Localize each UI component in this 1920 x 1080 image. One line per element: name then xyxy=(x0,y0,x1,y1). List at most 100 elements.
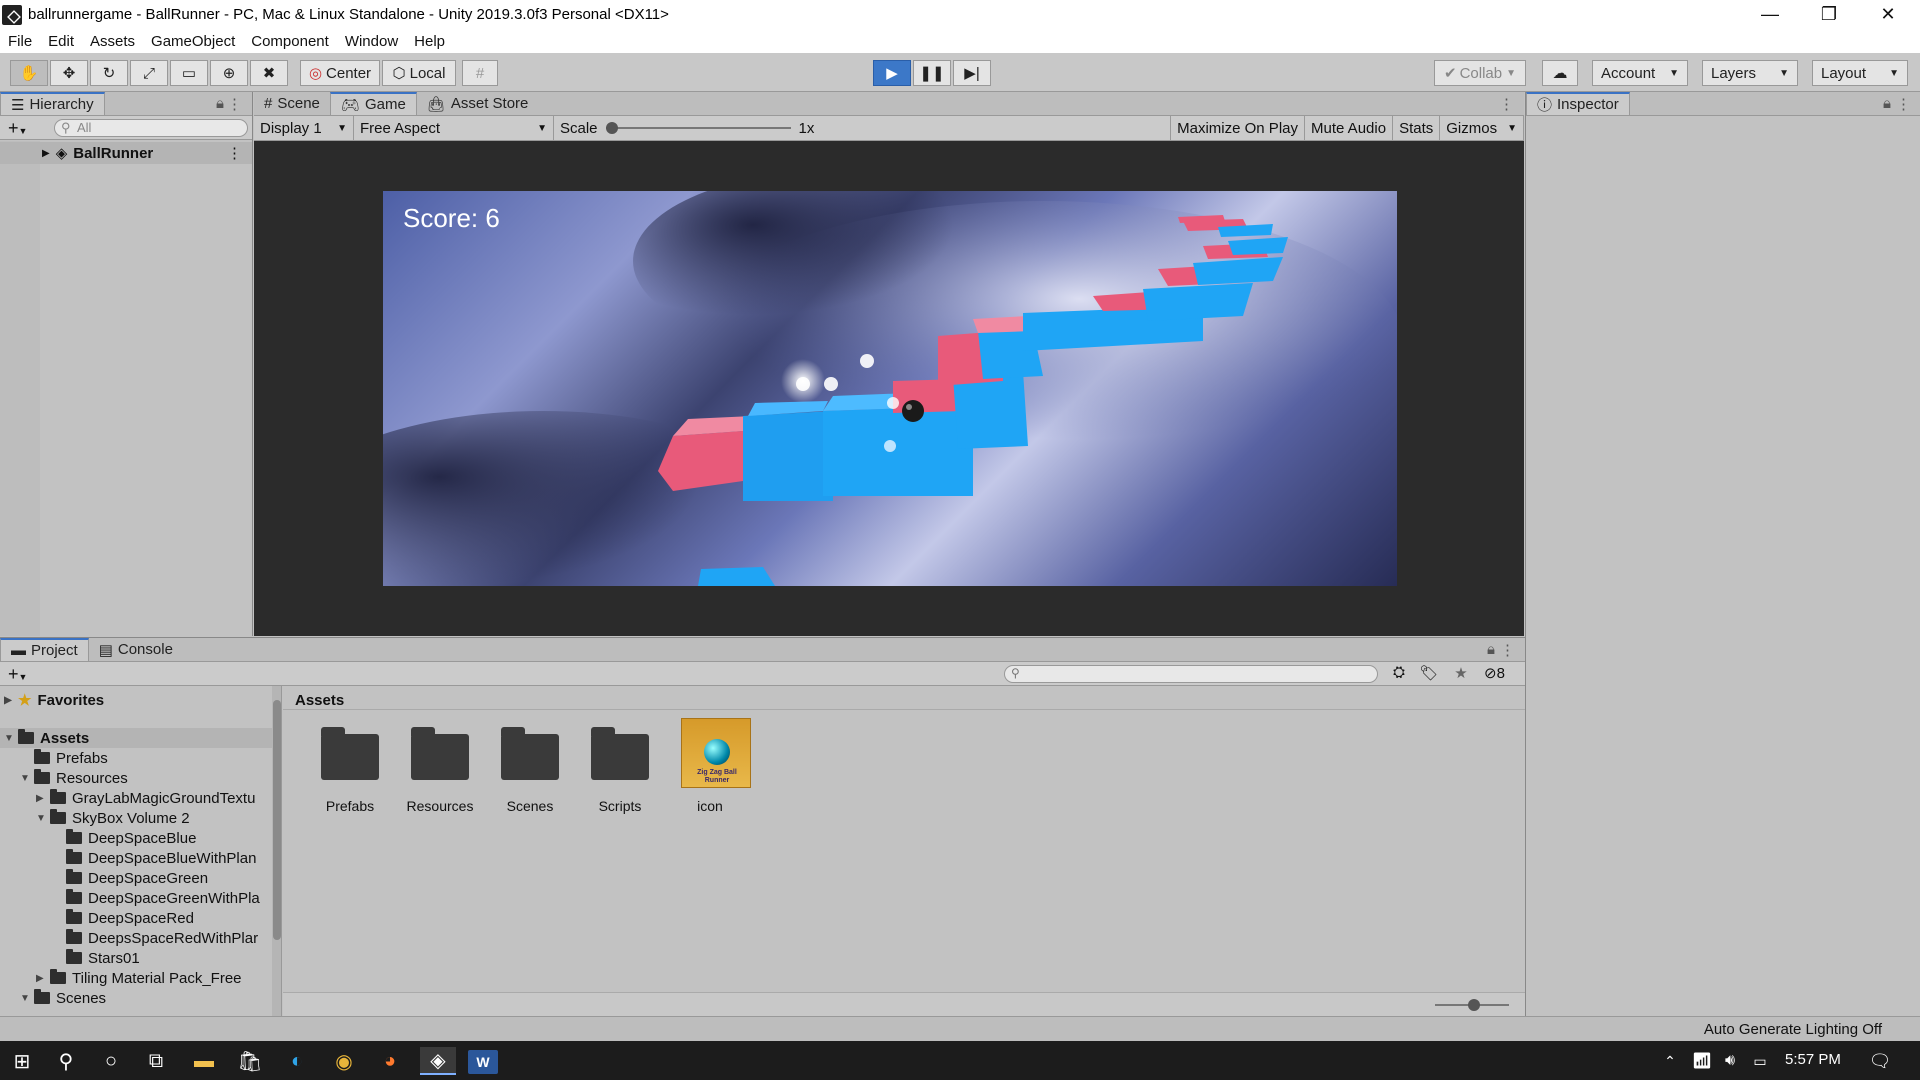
wifi-icon[interactable]: 📶︎ xyxy=(1688,1047,1716,1075)
hidden-packages-button[interactable]: ⊘8 xyxy=(1484,664,1520,682)
battery-icon[interactable]: ▭ xyxy=(1746,1047,1774,1075)
search-by-type-button[interactable]: ⛭ xyxy=(1386,664,1412,681)
cloud-button[interactable]: ☁ xyxy=(1542,60,1578,86)
tree-scrollbar-thumb[interactable] xyxy=(273,700,281,940)
asset-item[interactable]: Zig Zag Ball Runner icon xyxy=(665,716,755,826)
search-icon[interactable]: ⚲ xyxy=(52,1047,80,1075)
expand-arrow-icon[interactable]: ▶ xyxy=(36,973,50,984)
expand-arrow-icon[interactable]: ▶ xyxy=(4,695,18,706)
volume-icon[interactable]: 🔊︎ xyxy=(1716,1047,1744,1075)
rotate-tool-button[interactable]: ↻ xyxy=(90,60,128,86)
menu-dots-icon[interactable]: ⋮ xyxy=(227,95,242,113)
tree-item[interactable]: ▶ Tiling Material Pack_Free xyxy=(0,968,275,988)
favorites-filter-button[interactable]: ★ xyxy=(1448,664,1474,682)
store-icon[interactable]: 🛍︎ xyxy=(236,1047,264,1075)
asset-item[interactable]: Prefabs xyxy=(305,716,395,826)
display-dropdown[interactable]: Display 1 ▼ xyxy=(254,115,354,141)
game-viewport[interactable]: Score: 6 xyxy=(383,191,1397,586)
chrome-icon[interactable]: ◉ xyxy=(330,1047,358,1075)
collapse-arrow-icon[interactable]: ▼ xyxy=(36,813,50,824)
menu-dots-icon[interactable]: ⋮ xyxy=(1500,641,1515,659)
menu-component[interactable]: Component xyxy=(243,33,337,50)
file-explorer-icon[interactable]: ▬ xyxy=(190,1047,218,1075)
scale-slider-thumb[interactable] xyxy=(605,122,618,134)
asset-item[interactable]: Scenes xyxy=(485,716,575,826)
menu-dots-icon[interactable]: ⋮ xyxy=(227,144,242,162)
icon-size-slider-thumb[interactable] xyxy=(1468,999,1480,1011)
expand-arrow-icon[interactable]: ▶ xyxy=(36,793,50,804)
transform-tool-button[interactable]: ⊕ xyxy=(210,60,248,86)
tree-item[interactable]: ▼ Resources xyxy=(0,768,275,788)
tab-project[interactable]: ▬ Project xyxy=(0,638,89,661)
create-asset-button[interactable]: +▼ xyxy=(8,664,27,685)
tab-game[interactable]: 🎮︎ Game xyxy=(329,92,417,115)
menu-window[interactable]: Window xyxy=(337,33,406,50)
pivot-center-button[interactable]: ◎ Center xyxy=(300,60,380,86)
tree-item[interactable]: DeepSpaceGreenWithPla xyxy=(0,888,275,908)
create-button[interactable]: +▼ xyxy=(8,118,27,139)
collapse-arrow-icon[interactable]: ▼ xyxy=(20,993,34,1004)
maximize-on-play-toggle[interactable]: Maximize On Play xyxy=(1170,115,1305,141)
scale-slider[interactable] xyxy=(605,121,791,135)
tree-item[interactable]: ▼ SkyBox Volume 2 xyxy=(0,808,275,828)
scene-row[interactable]: ▶ ◈ BallRunner ⋮ xyxy=(0,142,252,164)
task-view-icon[interactable]: ⧉ xyxy=(142,1047,170,1075)
layers-dropdown[interactable]: Layers ▼ xyxy=(1702,60,1798,86)
edge-icon[interactable]: ◐ xyxy=(283,1047,311,1075)
collapse-arrow-icon[interactable]: ▼ xyxy=(20,773,34,784)
tree-item[interactable]: ▼ Scenes xyxy=(0,988,275,1008)
menu-dots-icon[interactable]: ⋮ xyxy=(1499,95,1514,113)
lighting-status[interactable]: Auto Generate Lighting Off xyxy=(1704,1021,1882,1038)
tree-item[interactable]: Stars01 xyxy=(0,948,275,968)
grid-snap-button[interactable]: # xyxy=(462,60,498,86)
windows-start-icon[interactable]: ⊞ xyxy=(8,1047,36,1075)
close-button[interactable]: ✕ xyxy=(1859,0,1917,29)
scale-tool-button[interactable]: ⤢ xyxy=(130,60,168,86)
move-tool-button[interactable]: ✥ xyxy=(50,60,88,86)
menu-edit[interactable]: Edit xyxy=(40,33,82,50)
stats-toggle[interactable]: Stats xyxy=(1393,115,1441,141)
clock[interactable]: 5:57 PM xyxy=(1785,1051,1841,1068)
tree-item[interactable]: ▶ GrayLabMagicGroundTextu xyxy=(0,788,275,808)
unity-icon[interactable]: ◈ xyxy=(420,1047,456,1075)
pivot-local-button[interactable]: ⬡ Local xyxy=(382,60,456,86)
word-icon[interactable]: W xyxy=(468,1050,498,1074)
tree-item[interactable]: DeepsSpaceRedWithPlar xyxy=(0,928,275,948)
tree-scrollbar[interactable] xyxy=(272,686,281,1017)
firefox-icon[interactable]: ◕ xyxy=(376,1047,404,1075)
lock-icon[interactable]: 🔒︎ xyxy=(1487,641,1495,658)
favorites-row[interactable]: ▶ ★ Favorites xyxy=(4,690,104,710)
lock-icon[interactable]: 🔒︎ xyxy=(216,95,224,112)
layout-dropdown[interactable]: Layout ▼ xyxy=(1812,60,1908,86)
tab-inspector[interactable]: ⓘ Inspector xyxy=(1526,92,1630,115)
tab-hierarchy[interactable]: ☰ Hierarchy xyxy=(0,92,105,115)
collapse-arrow-icon[interactable]: ▼ xyxy=(4,733,18,744)
tab-asset-store[interactable]: 👜︎ Asset Store xyxy=(417,92,539,115)
gizmos-toggle[interactable]: Gizmos ▼ xyxy=(1440,115,1524,141)
custom-tool-button[interactable]: ✖ xyxy=(250,60,288,86)
lock-icon[interactable]: 🔒︎ xyxy=(1883,95,1891,112)
step-button[interactable]: ▶| xyxy=(953,60,991,86)
menu-help[interactable]: Help xyxy=(406,33,453,50)
asset-item[interactable]: Scripts xyxy=(575,716,665,826)
account-dropdown[interactable]: Account ▼ xyxy=(1592,60,1688,86)
cortana-icon[interactable]: ○ xyxy=(97,1047,125,1075)
menu-gameobject[interactable]: GameObject xyxy=(143,33,243,50)
minimize-button[interactable]: — xyxy=(1741,0,1799,29)
menu-file[interactable]: File xyxy=(0,33,40,50)
rect-tool-button[interactable]: ▭ xyxy=(170,60,208,86)
tree-item[interactable]: DeepSpaceRed xyxy=(0,908,275,928)
pause-button[interactable]: ❚❚ xyxy=(913,60,951,86)
asset-item[interactable]: Resources xyxy=(395,716,485,826)
tree-item[interactable]: DeepSpaceGreen xyxy=(0,868,275,888)
tree-item[interactable]: Prefabs xyxy=(0,748,275,768)
tree-item[interactable]: DeepSpaceBlueWithPlan xyxy=(0,848,275,868)
mute-audio-toggle[interactable]: Mute Audio xyxy=(1305,115,1394,141)
menu-assets[interactable]: Assets xyxy=(82,33,143,50)
project-search-input[interactable]: ⚲ xyxy=(1004,665,1378,683)
show-hidden-icons[interactable]: ⌃ xyxy=(1656,1047,1684,1075)
breadcrumb-assets[interactable]: Assets xyxy=(295,692,344,709)
search-by-label-button[interactable]: 🏷︎ xyxy=(1416,664,1442,682)
tree-item[interactable]: DeepSpaceBlue xyxy=(0,828,275,848)
menu-dots-icon[interactable]: ⋮ xyxy=(1896,95,1911,113)
